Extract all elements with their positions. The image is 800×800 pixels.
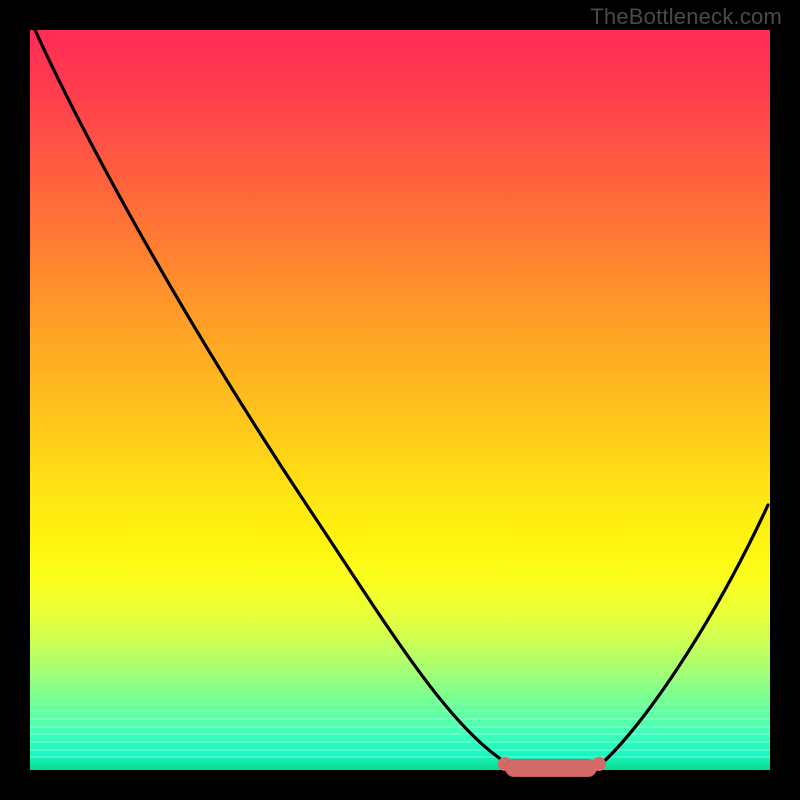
bottleneck-curve-path [35, 30, 768, 765]
chart-container: TheBottleneck.com [0, 0, 800, 800]
optimal-end-dot [592, 757, 606, 771]
curve-svg [30, 30, 770, 770]
watermark-text: TheBottleneck.com [590, 4, 782, 30]
optimal-range-marker [505, 759, 597, 777]
